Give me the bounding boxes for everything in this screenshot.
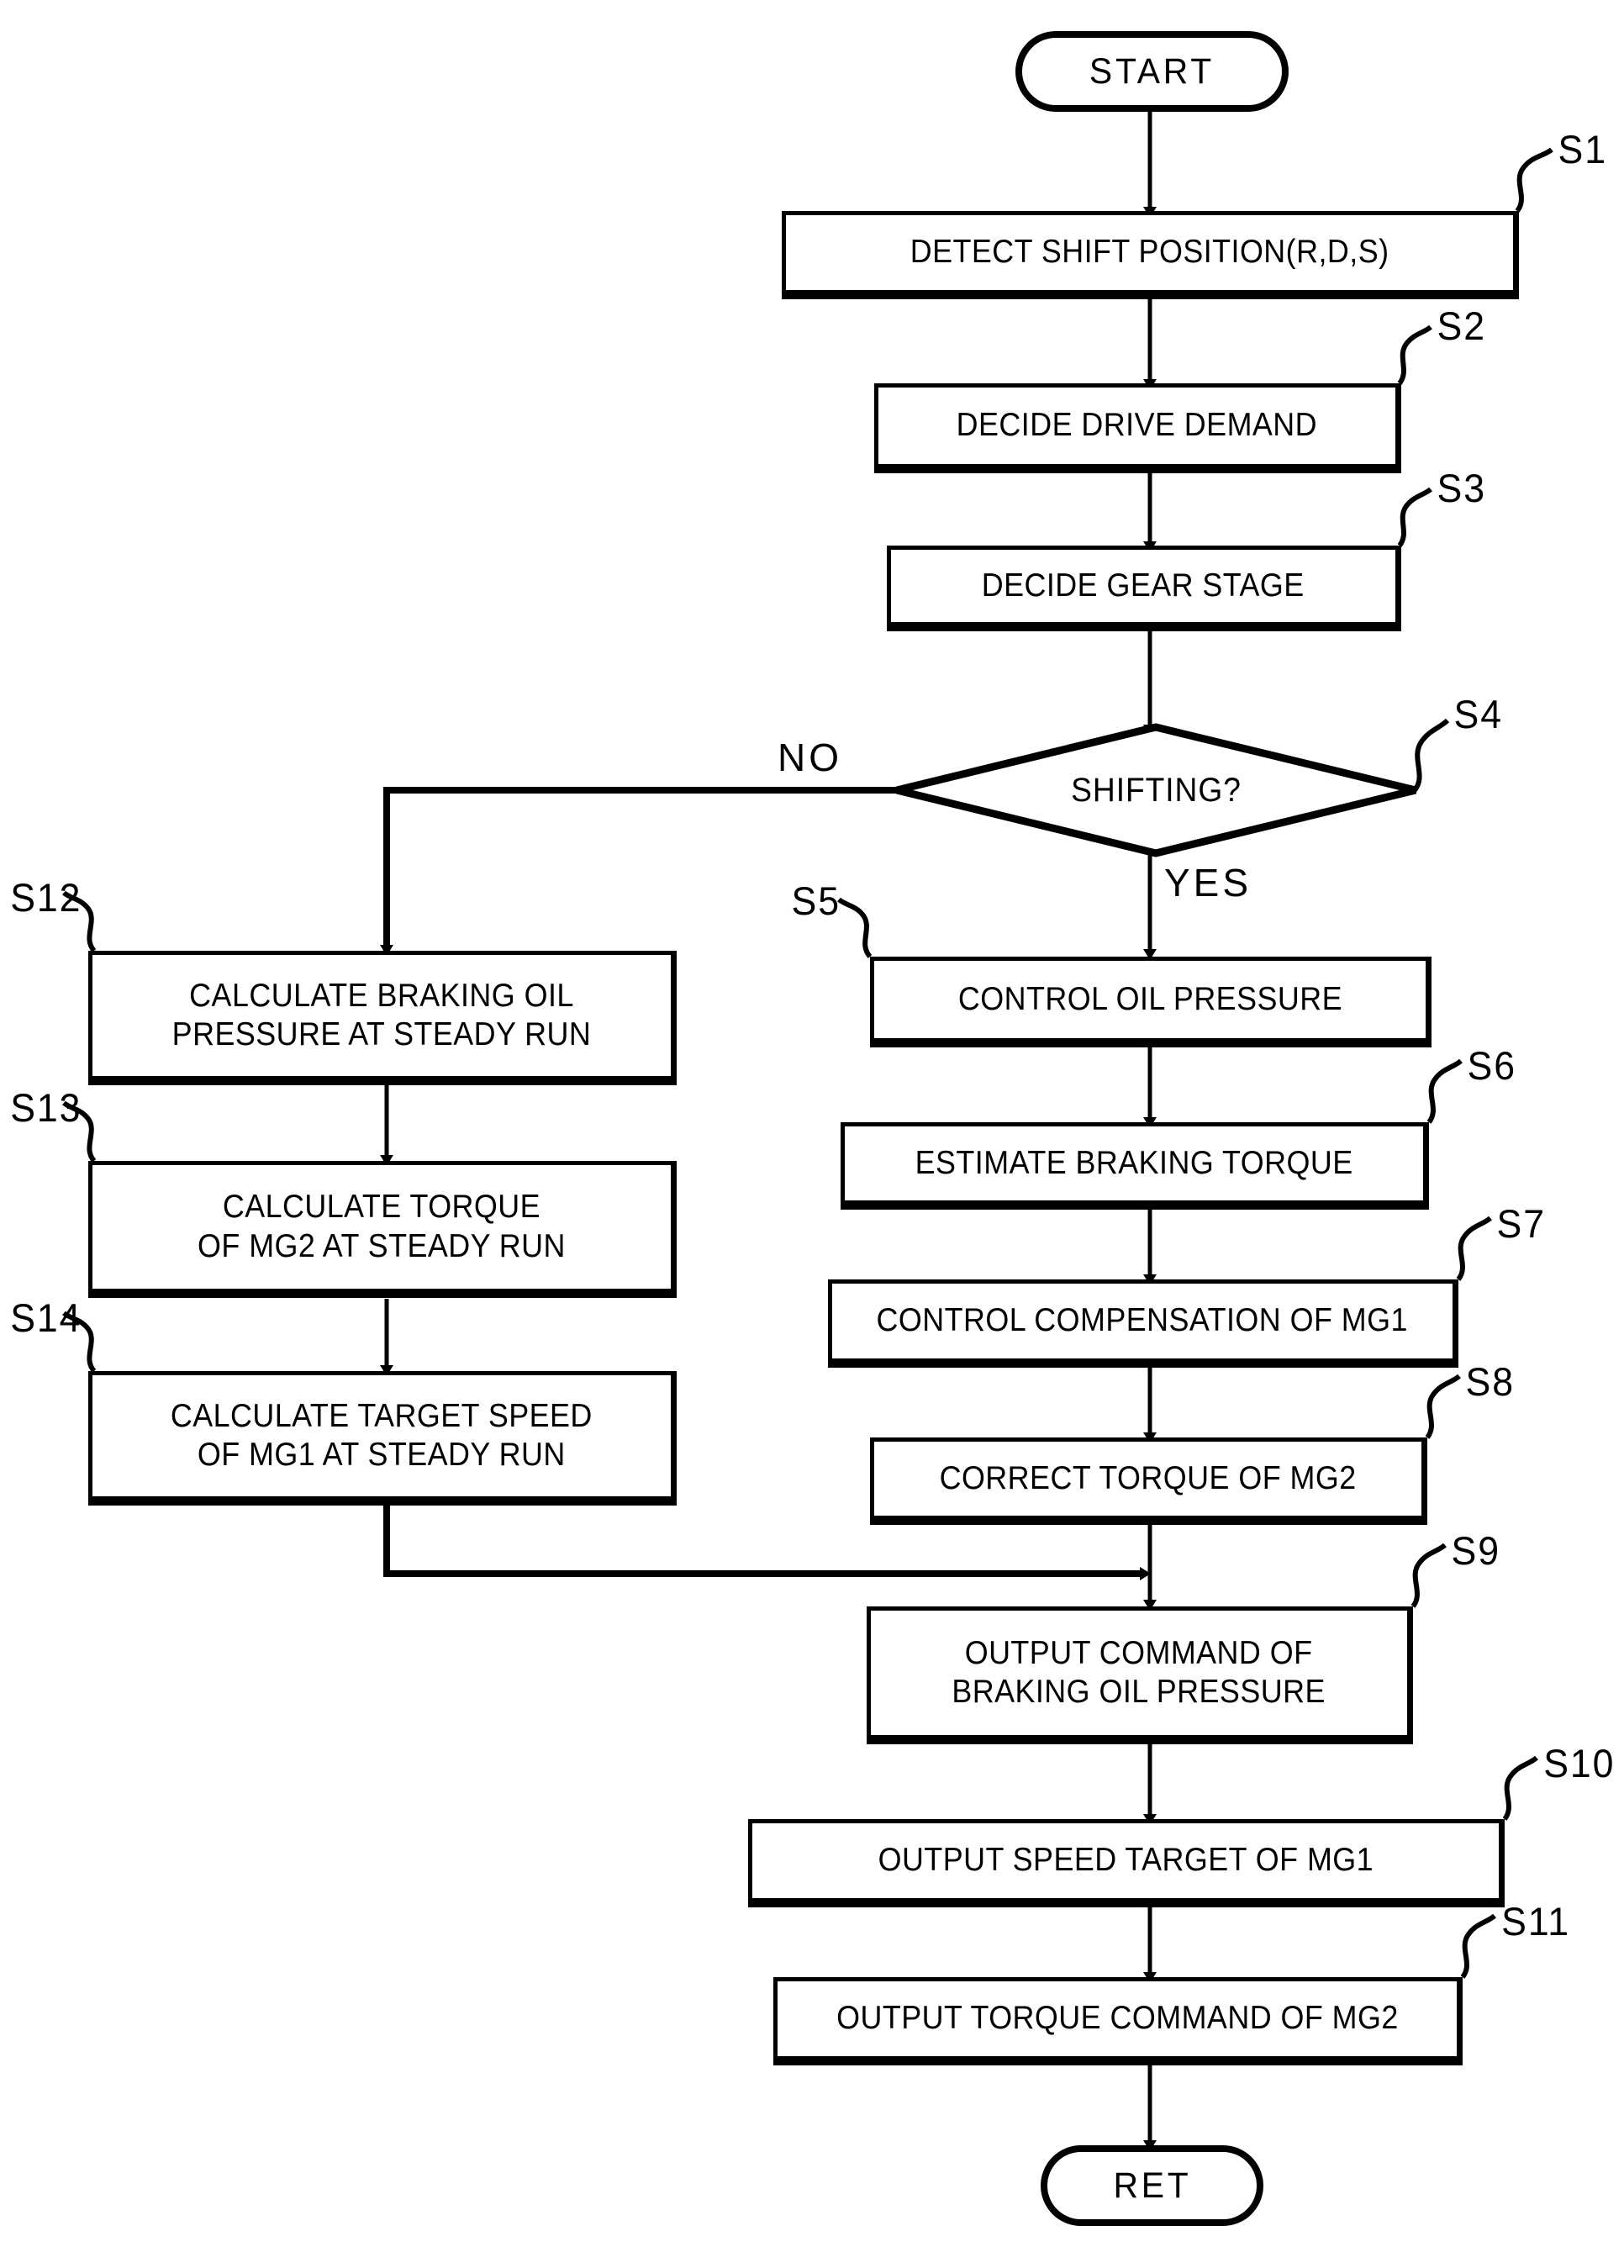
process-box-s6[interactable]: ESTIMATE BRAKING TORQUE xyxy=(841,1122,1429,1210)
process-box-s2[interactable]: DECIDE DRIVE DEMAND xyxy=(874,383,1401,473)
flowchart-canvas: START DETECT SHIFT POSITION(R,D,S) S1 DE… xyxy=(0,0,1624,2268)
leader-s8 xyxy=(1425,1374,1461,1439)
process-box-s9[interactable]: OUTPUT COMMAND OF BRAKING OIL PRESSURE xyxy=(867,1606,1413,1744)
step-tag-s12: S12 xyxy=(10,875,82,920)
decision-diamond-s4[interactable]: SHIFTING? xyxy=(894,723,1419,857)
leader-s5 xyxy=(837,897,873,959)
process-label-s3: DECIDE GEAR STAGE xyxy=(982,567,1305,604)
end-terminator[interactable]: RET xyxy=(1041,2145,1263,2226)
leader-s11 xyxy=(1460,1913,1496,1979)
step-tag-s10: S10 xyxy=(1543,1741,1616,1785)
process-box-s10[interactable]: OUTPUT SPEED TARGET OF MG1 xyxy=(748,1819,1505,1907)
process-label-s9: OUTPUT COMMAND OF BRAKING OIL PRESSURE xyxy=(952,1634,1326,1710)
process-label-s7: CONTROL COMPENSATION OF MG1 xyxy=(876,1302,1409,1339)
branch-label-no: NO xyxy=(778,736,842,779)
process-label-s8: CORRECT TORQUE OF MG2 xyxy=(939,1459,1357,1496)
step-tag-s9: S9 xyxy=(1451,1528,1500,1573)
step-tag-s4: S4 xyxy=(1453,692,1503,736)
process-label-s11: OUTPUT TORQUE COMMAND OF MG2 xyxy=(836,2000,1399,2037)
decision-label-s4: SHIFTING? xyxy=(1071,771,1242,809)
process-label-s6: ESTIMATE BRAKING TORQUE xyxy=(915,1144,1353,1181)
process-label-s2: DECIDE DRIVE DEMAND xyxy=(956,407,1318,444)
leader-s2 xyxy=(1397,324,1432,385)
step-tag-s1: S1 xyxy=(1558,127,1607,171)
leader-s3 xyxy=(1397,487,1432,547)
edge-s4-no-s12 xyxy=(380,787,898,956)
process-box-s12[interactable]: CALCULATE BRAKING OIL PRESSURE AT STEADY… xyxy=(88,951,677,1085)
end-label: RET xyxy=(1112,2165,1192,2206)
step-tag-s8: S8 xyxy=(1465,1359,1515,1404)
process-box-s5[interactable]: CONTROL OIL PRESSURE xyxy=(870,957,1432,1047)
step-tag-s2: S2 xyxy=(1437,303,1486,348)
process-label-s14: CALCULATE TARGET SPEED OF MG1 AT STEADY … xyxy=(171,1397,593,1473)
step-tag-s7: S7 xyxy=(1496,1201,1546,1246)
process-box-s7[interactable]: CONTROL COMPENSATION OF MG1 xyxy=(828,1279,1458,1368)
process-box-s1[interactable]: DETECT SHIFT POSITION(R,D,S) xyxy=(782,211,1519,299)
process-box-s11[interactable]: OUTPUT TORQUE COMMAND OF MG2 xyxy=(773,1977,1463,2065)
process-label-s10: OUTPUT SPEED TARGET OF MG1 xyxy=(878,1842,1374,1879)
step-tag-s3: S3 xyxy=(1437,466,1486,510)
process-label-s13: CALCULATE TORQUE OF MG2 AT STEADY RUN xyxy=(198,1189,566,1264)
leader-s9 xyxy=(1410,1543,1447,1608)
start-label: START xyxy=(1089,50,1215,92)
process-box-s13[interactable]: CALCULATE TORQUE OF MG2 AT STEADY RUN xyxy=(88,1161,677,1298)
process-box-s3[interactable]: DECIDE GEAR STAGE xyxy=(887,546,1401,631)
process-box-s8[interactable]: CORRECT TORQUE OF MG2 xyxy=(870,1437,1427,1525)
leader-s7 xyxy=(1456,1216,1492,1281)
process-label-s12: CALCULATE BRAKING OIL PRESSURE AT STEADY… xyxy=(171,977,592,1052)
step-tag-s14: S14 xyxy=(10,1295,82,1340)
step-tag-s11: S11 xyxy=(1501,1899,1570,1944)
leader-s1 xyxy=(1515,147,1553,213)
leader-s10 xyxy=(1502,1755,1538,1821)
step-tag-s5: S5 xyxy=(791,878,841,923)
step-tag-s6: S6 xyxy=(1467,1043,1516,1088)
start-terminator[interactable]: START xyxy=(1015,31,1289,112)
step-tag-s13: S13 xyxy=(10,1085,82,1130)
process-label-s5: CONTROL OIL PRESSURE xyxy=(957,980,1342,1017)
leader-s4 xyxy=(1412,718,1450,792)
process-label-s1: DETECT SHIFT POSITION(R,D,S) xyxy=(910,234,1389,271)
process-box-s14[interactable]: CALCULATE TARGET SPEED OF MG1 AT STEADY … xyxy=(88,1371,677,1506)
leader-s6 xyxy=(1426,1058,1463,1124)
branch-label-yes: YES xyxy=(1164,861,1252,905)
